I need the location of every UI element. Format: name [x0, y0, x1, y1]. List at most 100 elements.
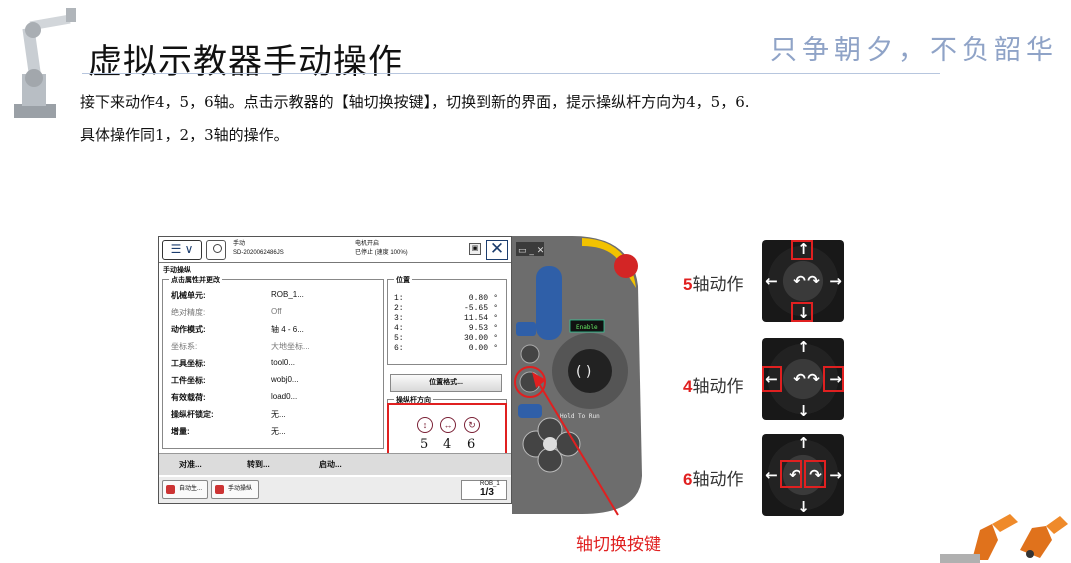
action-text: 轴动作 [692, 377, 744, 396]
prop-row[interactable]: 有效载荷: load0... [171, 392, 381, 403]
prop-value: 无... [271, 410, 286, 419]
action-label-5: 5轴动作 [683, 270, 743, 295]
prop-value: tool0... [271, 358, 296, 367]
description-line-1: 接下来动作4，5，6轴。点击示教器的【轴切换按键】，切换到新的界面，提示操纵杆方… [80, 93, 750, 111]
prop-value: ROB_1... [271, 290, 304, 299]
position-panel: 位置 1: 0.80 ° 2: -5.65 ° 3: 11.54 ° 4: 9.53 ° 5: 3… [387, 275, 507, 365]
axis-value: -5.65 [463, 304, 488, 313]
prop-key: 绝对精度: [171, 308, 206, 317]
prop-value: Off [271, 307, 282, 316]
axis-label: 3: [394, 314, 404, 323]
action-text: 轴动作 [692, 275, 744, 294]
axis-unit: ° [493, 344, 498, 353]
axis5-icon: ↕ [417, 417, 433, 433]
axis-label: 6: [394, 344, 404, 353]
axis-value: 11.54 [463, 314, 488, 323]
axis-unit: ° [493, 304, 498, 313]
goto-button[interactable]: 转到... [247, 459, 270, 470]
axis-unit: ° [493, 314, 498, 323]
axis-switch-caption: 轴切换按键 [576, 535, 661, 555]
joystick-diagram-axis4: ↑ ↓ ← → ↶ ↷ [762, 338, 844, 420]
action-label-6: 6轴动作 [683, 465, 743, 490]
position-row: 2: -5.65 ° [394, 304, 502, 314]
slide-title: 虚拟示教器手动操作 [88, 42, 403, 82]
emergency-stop-button[interactable] [614, 254, 638, 278]
prop-row: 坐标系: 大地坐标... [171, 341, 381, 352]
joystick-axis-number: 6 [467, 437, 476, 452]
prop-key: 工件坐标: [171, 376, 206, 385]
prop-row: 绝对精度: Off [171, 307, 381, 318]
joystick-diagram-axis5: ↑ ↓ ← → ↶ ↷ [762, 240, 844, 322]
axis-value: 30.00 [463, 334, 488, 343]
command-bar: 对准... 转到... 启动... [159, 453, 511, 475]
taskbar: 自动生... 手动操纵 ROB_1 1/3 [159, 477, 511, 503]
axis-label: 1: [394, 294, 404, 303]
axis4-icon: ↔ [440, 417, 456, 433]
prop-value: 轴 4 - 6... [271, 325, 304, 334]
state-text: 已停止 (速度 100%) [355, 250, 408, 256]
main-menu-button[interactable]: ☰ ∨ [162, 240, 202, 260]
prop-row[interactable]: 操纵杆锁定: 无... [171, 409, 381, 420]
prop-key: 操纵杆锁定: [171, 410, 214, 419]
prop-row[interactable]: 动作模式: 轴 4 - 6... [171, 324, 381, 335]
axis-unit: ° [493, 294, 498, 303]
axis-unit: ° [493, 334, 498, 343]
callout-arrow [532, 372, 619, 516]
rob-fraction: 1/3 [480, 487, 494, 498]
motor-text: 电机开启 [355, 241, 380, 247]
position-format-button[interactable]: 位置格式... [390, 374, 502, 392]
prop-value: 无... [271, 427, 286, 436]
prop-key: 工具坐标: [171, 359, 206, 368]
prop-key: 机械单元: [171, 291, 206, 300]
properties-panel: 点击属性并更改 机械单元: ROB_1... 绝对精度: Off 动作模式: 轴 4 … [162, 275, 384, 449]
position-title: 位置 [394, 275, 412, 285]
user-icon[interactable] [206, 240, 226, 260]
action-label-4: 4轴动作 [683, 372, 743, 397]
prop-value: 大地坐标... [271, 342, 310, 351]
enable-label: Enable [576, 324, 598, 331]
slogan: 只争朝夕，不负韶华 [770, 35, 1058, 66]
axis-unit: ° [493, 324, 498, 333]
prop-value: load0... [271, 392, 298, 401]
prop-row[interactable]: 增量: 无... [171, 426, 381, 437]
axis-label: 5: [394, 334, 404, 343]
svg-text:▭ _ ✕: ▭ _ ✕ [518, 246, 544, 256]
position-row: 6: 0.00 ° [394, 344, 502, 354]
position-row: 3: 11.54 ° [394, 314, 502, 324]
prop-row[interactable]: 工件坐标: wobj0... [171, 375, 381, 386]
breadcrumb: 手动操纵 [163, 267, 191, 274]
close-button[interactable]: ✕ [486, 240, 508, 260]
properties-title: 点击属性并更改 [169, 275, 222, 285]
status-motor: 电机开启已停止 (速度 100%) [355, 240, 408, 258]
align-button[interactable]: 对准... [179, 459, 202, 470]
status-bar: ☰ ∨ 手动 SD-2020062486JS 电机开启 已停止 (速度 100%) … [159, 237, 511, 263]
prop-key: 动作模式: [171, 325, 206, 334]
joystick-highlight: ↕ ↔ ↻ 5 4 6 [387, 403, 507, 455]
activate-button[interactable]: 启动... [319, 459, 342, 470]
axis-label: 4: [394, 324, 404, 333]
axis-value: 0.00 [468, 344, 488, 353]
title-divider [82, 73, 940, 74]
axis6-icon: ↻ [464, 417, 480, 433]
axis-label: 2: [394, 304, 404, 313]
rob-indicator[interactable]: ROB_1 1/3 [461, 480, 507, 500]
axis-value: 0.80 [468, 294, 488, 303]
system-text: SD-2020062486JS [233, 250, 284, 256]
position-row: 5: 30.00 ° [394, 334, 502, 344]
robot-illustration-top [14, 8, 76, 118]
position-row: 1: 0.80 ° [394, 294, 502, 304]
program-keys[interactable] [536, 266, 562, 340]
prop-row[interactable]: 机械单元: ROB_1... [171, 290, 381, 301]
status-mode: 手动 SD-2020062486JS [233, 240, 284, 258]
task-auto[interactable]: 自动生... [162, 480, 208, 499]
position-row: 4: 9.53 ° [394, 324, 502, 334]
mode-text: 手动 [233, 241, 246, 247]
joystick-axis-number: 5 [420, 437, 429, 452]
task-jogging[interactable]: 手动操纵 [211, 480, 259, 499]
axis-value: 9.53 [468, 324, 488, 333]
prop-row[interactable]: 工具坐标: tool0... [171, 358, 381, 369]
joystick-axis-number: 4 [443, 437, 452, 452]
joystick-diagram-axis6: ↑ ↓ ← → ↶ ↷ [762, 434, 844, 516]
quickset-icon[interactable]: ▣ [469, 243, 481, 255]
description-line-2: 具体操作同1，2，3轴的操作。 [80, 126, 289, 144]
